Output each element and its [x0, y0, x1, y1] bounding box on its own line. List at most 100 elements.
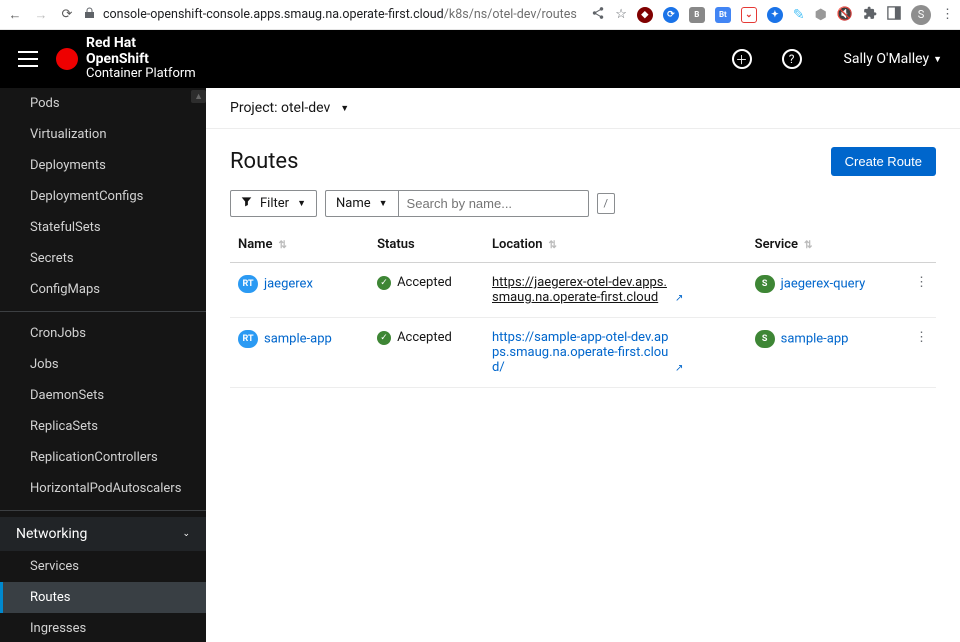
brand-redhat: Red Hat [86, 35, 136, 51]
masthead: Red Hat OpenShift Container Platform ＋ ?… [0, 30, 960, 88]
routes-table: Name⇅ Status Location⇅ Service⇅ RT jaeger… [230, 227, 936, 388]
status-accepted: ✓Accepted [377, 330, 476, 345]
filter-label: Filter [260, 196, 289, 211]
user-menu[interactable]: Sally O'Malley ▼ [844, 51, 942, 67]
browser-extensions: ☆ ◆ ⟳ B Bt ⌄ ✦ ✎ ⬢ 🔇 S ⋮ [591, 5, 954, 25]
sidebar-item-deploymentconfigs[interactable]: DeploymentConfigs [0, 181, 206, 212]
filter-icon [241, 196, 252, 211]
route-location-link[interactable]: https://jaegerex-otel-dev.apps.smaug.na.… [492, 275, 672, 305]
ext-icon-8[interactable]: ⬢ [815, 7, 827, 23]
row-actions-kebab[interactable]: ⋮ [907, 263, 936, 318]
route-location-link[interactable]: https://sample-app-otel-dev.apps.smaug.n… [492, 330, 672, 375]
page-title: Routes [230, 149, 298, 174]
browser-menu-icon[interactable]: ⋮ [941, 7, 954, 22]
sidebar-item-routes[interactable]: Routes [0, 582, 206, 613]
check-circle-icon: ✓ [377, 331, 391, 345]
keyboard-shortcut-hint[interactable]: / [597, 193, 616, 214]
search-type-dropdown[interactable]: Name ▼ [325, 190, 399, 217]
project-label: Project: otel-dev [230, 100, 330, 116]
ext-icon-4[interactable]: Bt [715, 7, 731, 23]
extensions-icon[interactable] [863, 6, 877, 24]
nav-divider [0, 311, 206, 312]
sidebar-item-services[interactable]: Services [0, 551, 206, 582]
pocket-icon[interactable]: ⌄ [741, 7, 757, 23]
caret-down-icon: ▼ [340, 103, 349, 114]
browser-avatar[interactable]: S [911, 5, 931, 25]
sidebar-item-secrets[interactable]: Secrets [0, 243, 206, 274]
user-name: Sally O'Malley [844, 51, 930, 67]
create-route-button[interactable]: Create Route [831, 147, 936, 176]
brand-subtitle: Container Platform [86, 67, 196, 81]
add-icon[interactable]: ＋ [732, 49, 752, 69]
browser-chrome: ← → ⟳ console-openshift-console.apps.sma… [0, 0, 960, 30]
col-location[interactable]: Location⇅ [484, 227, 747, 263]
share-icon[interactable] [591, 6, 605, 24]
filter-dropdown[interactable]: Filter ▼ [230, 190, 317, 217]
sidebar-item-cronjobs[interactable]: CronJobs [0, 318, 206, 349]
route-name-link[interactable]: jaegerex [264, 276, 313, 291]
mute-icon[interactable]: 🔇 [837, 7, 853, 22]
browser-back[interactable]: ← [6, 7, 24, 23]
ublock-icon[interactable]: ◆ [637, 7, 653, 23]
scroll-indicator-icon: ▲ [191, 90, 206, 103]
browser-forward[interactable]: → [32, 7, 50, 23]
search-input[interactable] [399, 190, 589, 217]
sidebar-item-replicasets[interactable]: ReplicaSets [0, 411, 206, 442]
brand-openshift: OpenShift [86, 51, 149, 67]
toolbar: Filter ▼ Name ▼ / [206, 190, 960, 227]
sidebar-item-virtualization[interactable]: Virtualization [0, 119, 206, 150]
project-selector[interactable]: Project: otel-dev ▼ [206, 88, 960, 129]
help-icon[interactable]: ? [782, 49, 802, 69]
url-path: /k8s/ns/otel-dev/routes [444, 7, 577, 22]
external-link-icon: ↗ [675, 293, 683, 304]
nav-divider [0, 510, 206, 511]
ext-icon-7[interactable]: ✎ [793, 7, 805, 23]
table-row: RT sample-app ✓Accepted https://sample-app-… [230, 318, 936, 388]
check-circle-icon: ✓ [377, 276, 391, 290]
sidebar-item-statefulsets[interactable]: StatefulSets [0, 212, 206, 243]
sort-icon: ⇅ [804, 240, 812, 251]
search-type-label: Name [336, 196, 371, 211]
chevron-down-icon: ⌄ [182, 529, 190, 539]
sidebar-item-ingresses[interactable]: Ingresses [0, 613, 206, 642]
caret-down-icon: ▼ [297, 198, 306, 209]
status-accepted: ✓Accepted [377, 275, 476, 290]
col-service[interactable]: Service⇅ [747, 227, 907, 263]
ext-icon-3[interactable]: B [689, 7, 705, 23]
sidebar-item-horizontalpodautoscalers[interactable]: HorizontalPodAutoscalers [0, 473, 206, 504]
address-bar[interactable]: console-openshift-console.apps.smaug.na.… [84, 7, 583, 23]
sidebar-item-deployments[interactable]: Deployments [0, 150, 206, 181]
lock-icon [84, 7, 95, 23]
col-status[interactable]: Status [369, 227, 484, 263]
sidebar-item-daemonsets[interactable]: DaemonSets [0, 380, 206, 411]
panel-icon[interactable] [887, 6, 901, 24]
route-name-link[interactable]: sample-app [264, 331, 332, 346]
service-badge-icon: S [755, 275, 775, 293]
sidebar-item-pods[interactable]: Pods [0, 88, 206, 119]
nav-section-networking[interactable]: Networking ⌄ [0, 517, 206, 551]
caret-down-icon: ▼ [379, 198, 388, 209]
sidebar-item-configmaps[interactable]: ConfigMaps [0, 274, 206, 305]
row-actions-kebab[interactable]: ⋮ [907, 318, 936, 388]
redhat-logo-icon [56, 48, 78, 70]
service-link[interactable]: jaegerex-query [781, 276, 866, 291]
table-row: RT jaegerex ✓Accepted https://jaegerex-otel… [230, 263, 936, 318]
external-link-icon: ↗ [675, 363, 683, 374]
sidebar-item-jobs[interactable]: Jobs [0, 349, 206, 380]
route-badge-icon: RT [238, 330, 258, 348]
star-icon[interactable]: ☆ [615, 7, 627, 22]
sort-icon: ⇅ [278, 240, 286, 251]
service-badge-icon: S [755, 330, 775, 348]
sidebar: ▲ PodsVirtualizationDeploymentsDeploymen… [0, 88, 206, 642]
browser-reload[interactable]: ⟳ [58, 7, 76, 22]
sort-icon: ⇅ [549, 240, 557, 251]
ext-icon-6[interactable]: ✦ [767, 7, 783, 23]
route-badge-icon: RT [238, 275, 258, 293]
service-link[interactable]: sample-app [781, 331, 849, 346]
brand[interactable]: Red Hat OpenShift Container Platform [56, 36, 196, 81]
sidebar-item-replicationcontrollers[interactable]: ReplicationControllers [0, 442, 206, 473]
col-name[interactable]: Name⇅ [230, 227, 369, 263]
nav-toggle[interactable] [18, 51, 38, 67]
ext-icon-2[interactable]: ⟳ [663, 7, 679, 23]
nav-section-label: Networking [16, 526, 87, 542]
